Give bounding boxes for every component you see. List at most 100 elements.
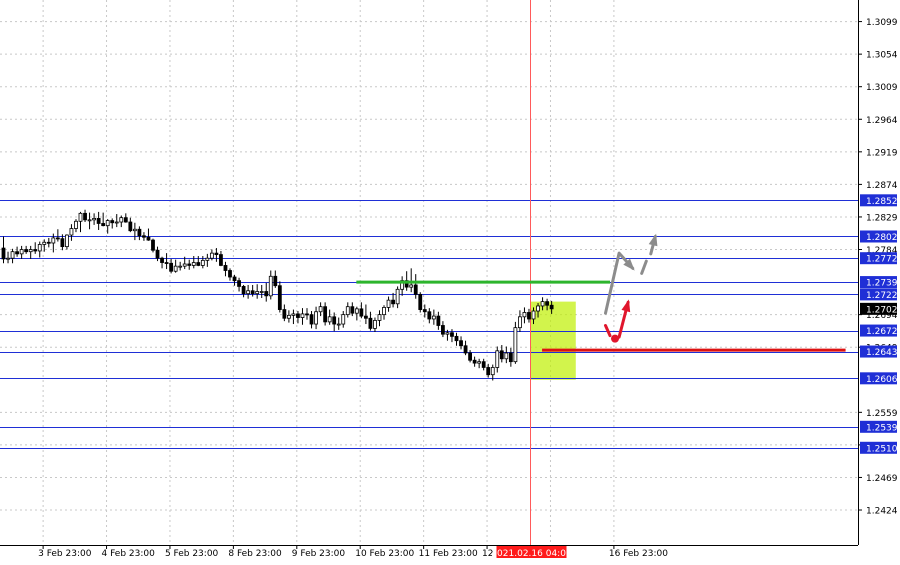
candle-bear	[214, 252, 219, 255]
candle-bull	[477, 361, 482, 364]
candle-bear	[33, 249, 38, 252]
candle-bull	[409, 284, 414, 288]
candle-bear	[137, 228, 142, 237]
candle-bull	[69, 228, 74, 236]
x-tick-label: 16 Feb 23:00	[609, 549, 668, 559]
candle-bear	[169, 262, 174, 272]
candle-bear	[463, 345, 468, 354]
candle-bull	[373, 320, 377, 329]
candle-bear	[155, 249, 160, 259]
candle-bull	[65, 234, 69, 248]
candle-bull	[132, 228, 137, 232]
candle-bear	[123, 217, 128, 223]
candle-bull	[382, 307, 386, 316]
candle-bear	[441, 325, 445, 335]
candle-bull	[255, 291, 260, 295]
candle-bull	[200, 259, 205, 266]
y-tick-label: 1.3009	[866, 83, 898, 93]
candle-bear	[368, 317, 373, 329]
candle-bear	[24, 249, 29, 253]
candle-bear	[142, 235, 146, 238]
candle-bear	[60, 238, 65, 248]
candle-bear	[273, 275, 278, 287]
candle-bull	[105, 220, 110, 227]
candle-bear	[96, 217, 101, 224]
candle-bear	[418, 293, 423, 310]
candle-bear	[427, 311, 432, 320]
candle-bull	[286, 314, 291, 319]
candle-bull	[345, 306, 350, 316]
candle-bear	[549, 304, 554, 310]
highlight-zone-layer	[530, 301, 576, 380]
candle-bull	[92, 217, 96, 221]
candle-bull	[246, 290, 251, 295]
candle-bear	[196, 262, 201, 266]
plot-area[interactable]	[0, 0, 858, 545]
candle-bear	[232, 276, 237, 282]
candle-bull	[354, 308, 359, 314]
x-tick-label: 4 Feb 23:00	[102, 549, 156, 559]
candle-bear	[323, 306, 328, 323]
candle-bull	[10, 251, 15, 259]
y-tick-label: 1.2829	[866, 213, 898, 223]
candle-bull	[114, 221, 119, 224]
y-tick-label: 1.2559	[866, 409, 898, 419]
chart-canvas[interactable]: 1.3099 1.3054 1.3009 1.2964 1.2919 1.2874 1.28…	[0, 0, 900, 561]
candle-bull	[536, 305, 540, 312]
candle-bear	[250, 290, 255, 295]
candle-bear	[228, 270, 232, 278]
candle-bull	[191, 262, 196, 266]
candle-bear	[1, 247, 6, 260]
candle-bear	[459, 340, 463, 347]
candle-bear	[164, 262, 169, 264]
candle-bear	[110, 220, 115, 224]
candle-bull	[318, 306, 323, 313]
candle-bear	[486, 367, 491, 376]
candle-bull	[377, 314, 382, 321]
y-tick-label: 1.2874	[866, 181, 898, 191]
candle-bear	[454, 335, 459, 342]
candle-bear	[499, 350, 504, 360]
candle-bear	[237, 280, 241, 287]
x-tick-label: 8 Feb 23:00	[228, 549, 282, 559]
candle-bear	[450, 332, 454, 337]
candle-bear	[101, 223, 106, 227]
x-tick-label: 9 Feb 23:00	[292, 549, 346, 559]
level-label: 1.2772	[866, 255, 898, 265]
candle-bull	[300, 313, 305, 318]
candle-bull	[386, 299, 391, 308]
candle-bull	[431, 315, 436, 320]
candle-bear	[241, 286, 246, 295]
y-tick-label: 1.2919	[866, 148, 898, 158]
candle-bull	[119, 217, 124, 223]
candle-bear	[282, 309, 287, 319]
level-label: 1.2672	[866, 327, 898, 337]
candle-bull	[182, 263, 187, 267]
candle-bear	[363, 315, 368, 319]
candle-bear	[187, 263, 192, 266]
candle-bear	[128, 221, 133, 232]
x-tick-label: 3 Feb 23:00	[38, 549, 92, 559]
x-tick-label: 10 Feb 23:00	[355, 549, 414, 559]
candle-bull	[51, 237, 56, 244]
candle-bull	[495, 350, 500, 368]
candle-bear	[350, 306, 355, 314]
candle-bear	[309, 314, 314, 325]
candle-bull	[28, 249, 33, 253]
level-label: 1.2510	[866, 444, 898, 454]
candle-bull	[178, 265, 183, 268]
candle-bull	[78, 212, 83, 222]
candle-bull	[540, 301, 545, 307]
level-label: 1.2739	[866, 279, 898, 289]
candle-bear	[391, 299, 395, 305]
candle-bear	[46, 241, 51, 244]
candle-bear	[527, 312, 531, 320]
candle-bear	[160, 257, 164, 263]
candle-bear	[151, 239, 155, 251]
price-chart[interactable]: 1.3099 1.3054 1.3009 1.2964 1.2919 1.2874 1.28…	[0, 0, 900, 561]
x-tick-label: 11 Feb 23:00	[419, 549, 478, 559]
candle-bear	[422, 309, 427, 313]
candle-bull	[513, 327, 518, 363]
candle-bear	[223, 265, 228, 271]
candle-bear	[305, 313, 309, 316]
